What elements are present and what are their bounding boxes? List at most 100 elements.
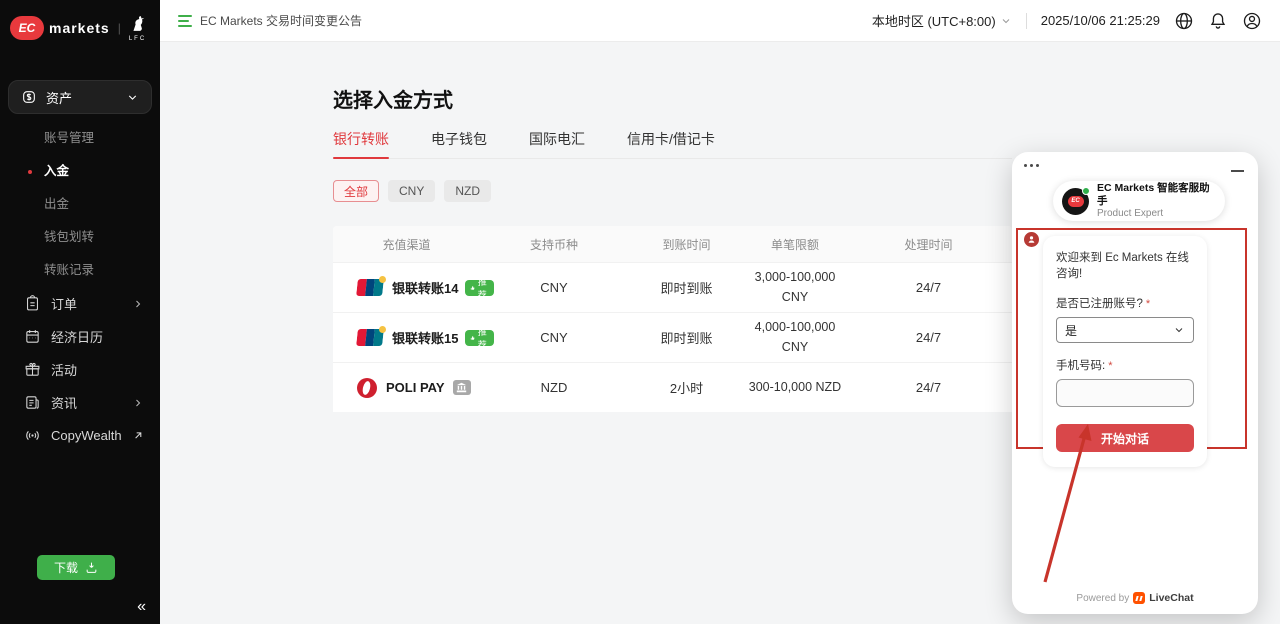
sidebar-item-transfer-records[interactable]: 转账记录 <box>0 254 160 287</box>
chevron-right-icon <box>132 397 144 409</box>
cell-limit: 3,000-100,000 CNY <box>745 268 845 307</box>
livechat-logo-icon <box>1133 592 1145 604</box>
sidebar-nav: 资产 账号管理 入金 出金 钱包划转 转账记录 订单 经济日历 活动 <box>0 80 160 452</box>
sidebar-item-label: 资产 <box>46 88 72 107</box>
download-button[interactable]: 下载 <box>37 555 115 580</box>
ec-markets-app: EC Markets 交易时间变更公告 本地时区 (UTC+8:00) 2025… <box>0 0 1280 624</box>
agent-role: Product Expert <box>1097 208 1216 221</box>
clipboard-icon <box>24 295 41 312</box>
person-icon <box>1027 235 1036 244</box>
col-header: 充值渠道 <box>333 226 480 262</box>
announcement-list-icon <box>178 15 192 27</box>
thumbs-up-icon <box>470 284 475 292</box>
powered-by: Powered by LiveChat <box>1012 592 1258 604</box>
cell-arrival: 2小时 <box>628 363 745 412</box>
chat-menu-button[interactable] <box>1024 164 1039 167</box>
table-row[interactable]: 银联转账15 推荐 CNY 即时到账 4,000-100,000 CNY 24/… <box>333 312 1012 362</box>
sidebar: EC markets | LFC 资产 账号管理 入金 出金 钱包划转 转账记录 <box>0 0 160 624</box>
table-header-row: 充值渠道 支持币种 到账时间 单笔限额 处理时间 <box>333 226 1012 262</box>
assets-dollar-icon <box>21 89 37 105</box>
lfc-label: LFC <box>129 36 146 42</box>
thumbs-up-icon <box>470 334 475 342</box>
deposit-page: 选择入金方式 银行转账 电子钱包 国际电汇 信用卡/借记卡 全部 CNY NZD… <box>333 84 1012 412</box>
sidebar-item-economic-calendar[interactable]: 经济日历 <box>0 320 160 353</box>
brand-markets-label: markets <box>49 20 110 36</box>
online-status-dot <box>1082 187 1090 195</box>
filter-cny[interactable]: CNY <box>388 180 435 202</box>
liver-bird-icon <box>129 14 146 35</box>
channel-name: POLI PAY <box>386 380 445 395</box>
sidebar-item-assets[interactable]: 资产 <box>8 80 152 114</box>
phone-input[interactable] <box>1056 379 1194 407</box>
powered-by-label: Powered by <box>1076 593 1129 604</box>
topbar-right: 本地时区 (UTC+8:00) 2025/10/06 21:25:29 <box>872 11 1262 31</box>
sidebar-item-wallet-transfer[interactable]: 钱包划转 <box>0 221 160 254</box>
unionpay-icon <box>357 279 383 296</box>
active-dot <box>28 170 32 174</box>
chevron-down-icon <box>126 91 139 104</box>
sidebar-item-account-management[interactable]: 账号管理 <box>0 122 160 155</box>
calendar-icon <box>24 328 41 345</box>
agent-name: EC Markets 智能客服助手 <box>1097 182 1216 208</box>
sidebar-item-promotions[interactable]: 活动 <box>0 353 160 386</box>
sidebar-item-label: 账号管理 <box>44 131 94 145</box>
sidebar-item-copywealth[interactable]: CopyWealth <box>0 419 160 452</box>
registered-select[interactable]: 是 <box>1056 317 1194 343</box>
profile-icon[interactable] <box>1242 11 1262 31</box>
cell-currency: CNY <box>480 313 628 362</box>
table-row[interactable]: POLI PAY NZD 2小时 300-10,000 NZD 24/7 <box>333 362 1012 412</box>
assets-submenu: 账号管理 入金 出金 钱包划转 转账记录 <box>0 114 160 287</box>
tab-credit-debit-card[interactable]: 信用卡/借记卡 <box>627 129 715 149</box>
tab-international-wire[interactable]: 国际电汇 <box>529 129 585 149</box>
sidebar-item-label: 钱包划转 <box>44 230 94 244</box>
sidebar-item-label: 订单 <box>51 294 77 313</box>
page-title: 选择入金方式 <box>333 84 1012 113</box>
poli-pay-icon <box>357 378 377 398</box>
deposit-method-tabs: 银行转账 电子钱包 国际电汇 信用卡/借记卡 <box>333 129 1012 159</box>
livechat-widget: EC EC Markets 智能客服助手 Product Expert 欢迎来到… <box>1012 152 1258 614</box>
required-asterisk: * <box>1146 298 1150 310</box>
sidebar-item-label: 活动 <box>51 360 77 379</box>
sidebar-item-withdraw[interactable]: 出金 <box>0 188 160 221</box>
collapse-sidebar-button[interactable]: « <box>137 598 146 616</box>
cell-hours: 24/7 <box>845 363 1012 412</box>
sidebar-item-orders[interactable]: 订单 <box>0 287 160 320</box>
topbar: EC Markets 交易时间变更公告 本地时区 (UTC+8:00) 2025… <box>160 0 1280 42</box>
notifications-bell-icon[interactable] <box>1208 11 1228 31</box>
announcement-text: EC Markets 交易时间变更公告 <box>200 12 362 29</box>
cell-hours: 24/7 <box>845 263 1012 312</box>
brand-logo: EC markets | LFC <box>0 0 160 56</box>
logo-divider: | <box>118 21 121 35</box>
selected-option: 是 <box>1065 322 1077 339</box>
tab-bank-transfer[interactable]: 银行转账 <box>333 129 389 149</box>
channel-name: 银联转账14 <box>392 278 458 297</box>
col-header: 单笔限额 <box>745 226 845 262</box>
tab-ewallet[interactable]: 电子钱包 <box>431 129 487 149</box>
chevron-down-icon <box>1000 15 1012 27</box>
deposit-channels-table: 充值渠道 支持币种 到账时间 单笔限额 处理时间 银联转账14 推荐 CNY 即… <box>333 226 1012 412</box>
broadcast-icon <box>24 427 41 444</box>
table-row[interactable]: 银联转账14 推荐 CNY 即时到账 3,000-100,000 CNY 24/… <box>333 262 1012 312</box>
sidebar-item-deposit[interactable]: 入金 <box>0 155 160 188</box>
gift-icon <box>24 361 41 378</box>
sidebar-item-news[interactable]: 资讯 <box>0 386 160 419</box>
start-chat-button[interactable]: 开始对话 <box>1056 424 1194 452</box>
chevron-down-icon <box>1173 324 1185 336</box>
col-header: 处理时间 <box>845 226 1012 262</box>
col-header: 到账时间 <box>628 226 745 262</box>
unionpay-icon <box>357 329 383 346</box>
chat-minimize-button[interactable] <box>1231 170 1244 172</box>
cell-limit: 4,000-100,000 CNY <box>745 318 845 357</box>
announcement-banner[interactable]: EC Markets 交易时间变更公告 <box>178 12 362 29</box>
welcome-message: 欢迎来到 Ec Markets 在线咨询! <box>1056 249 1194 281</box>
timezone-selector[interactable]: 本地时区 (UTC+8:00) <box>872 11 1012 30</box>
cell-currency: NZD <box>480 363 628 412</box>
news-icon <box>24 394 41 411</box>
bot-avatar <box>1024 232 1039 247</box>
lfc-logo: LFC <box>129 14 146 42</box>
filter-all[interactable]: 全部 <box>333 180 379 202</box>
language-globe-icon[interactable] <box>1174 11 1194 31</box>
cell-hours: 24/7 <box>845 313 1012 362</box>
filter-nzd[interactable]: NZD <box>444 180 491 202</box>
bank-icon <box>456 382 467 393</box>
